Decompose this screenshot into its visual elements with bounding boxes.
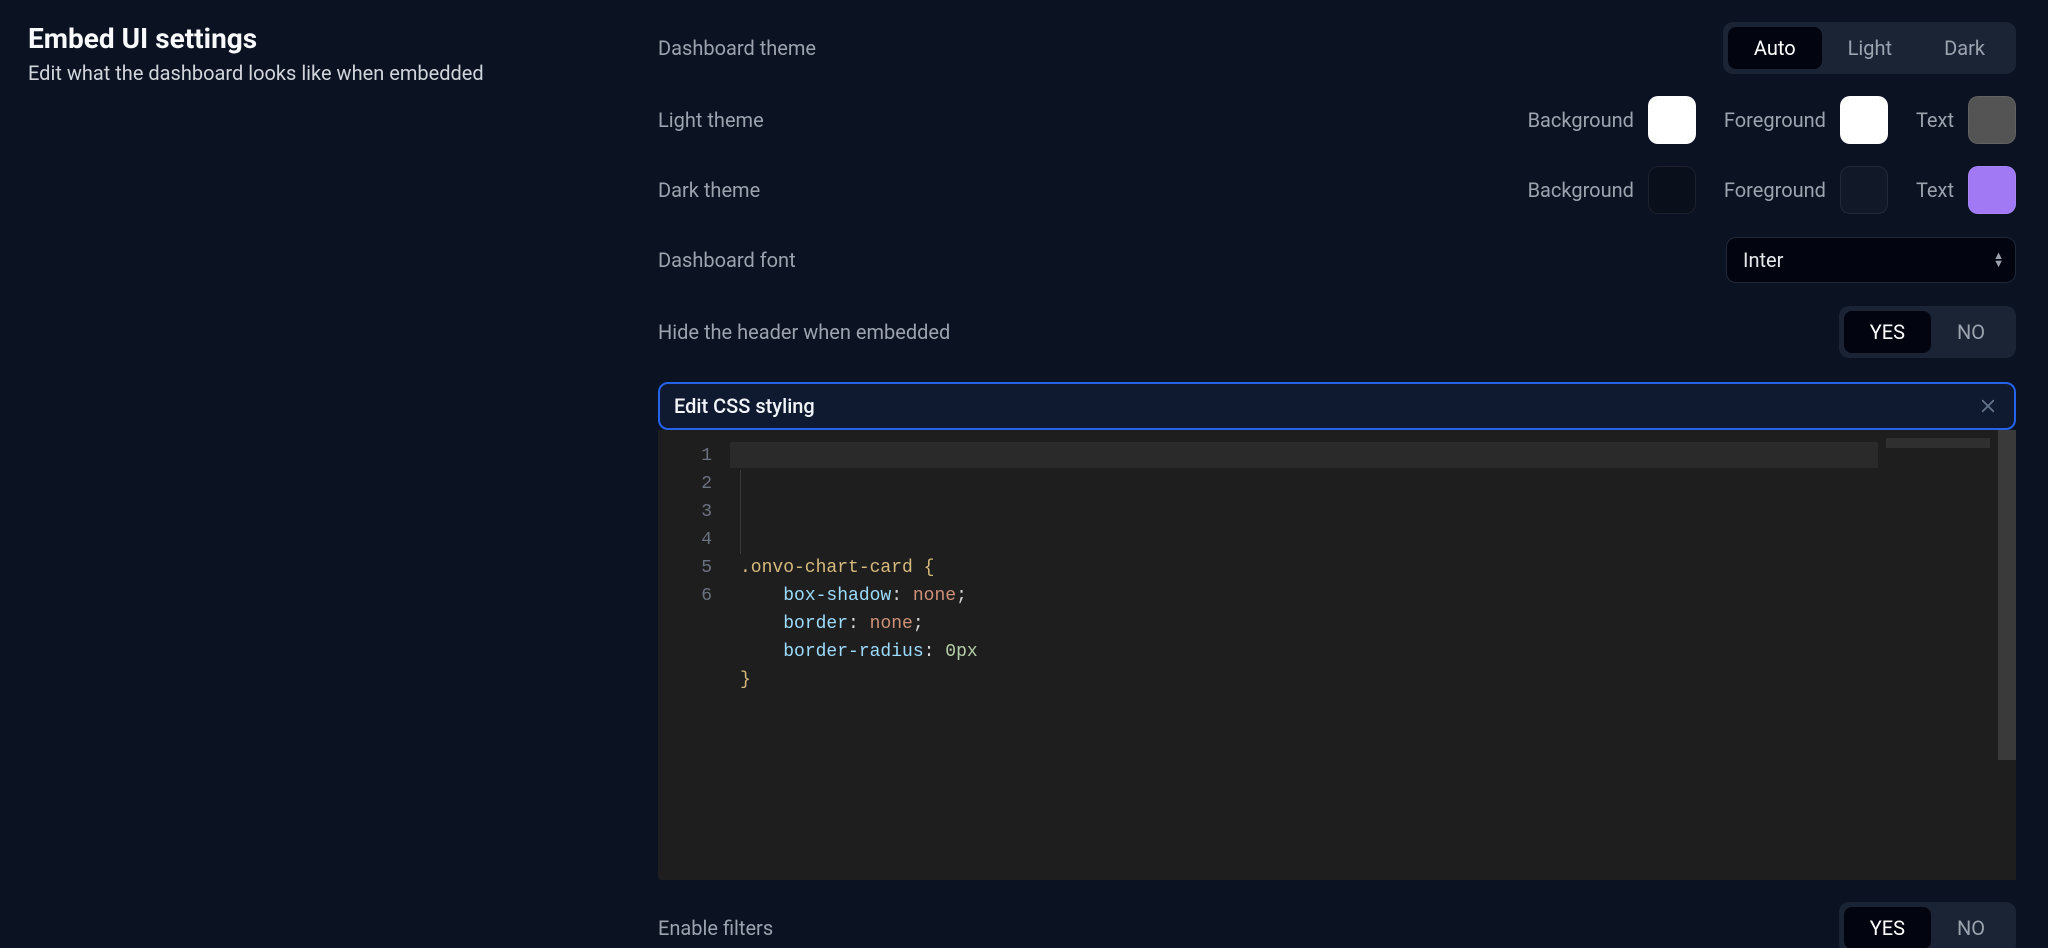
segmented-hide-header: YES NO bbox=[1839, 306, 2016, 358]
swatch-dark-foreground[interactable] bbox=[1840, 166, 1888, 214]
select-dashboard-font[interactable]: Inter bbox=[1726, 237, 2016, 283]
label-light-text: Text bbox=[1916, 108, 1954, 132]
code-scrollbar[interactable] bbox=[1998, 430, 2016, 880]
label-light-background: Background bbox=[1528, 108, 1634, 132]
row-dashboard-font: Dashboard font Inter ▲▼ bbox=[658, 236, 2016, 284]
hide-header-no[interactable]: NO bbox=[1931, 311, 2011, 353]
label-hide-header: Hide the header when embedded bbox=[658, 320, 950, 344]
label-light-theme: Light theme bbox=[658, 108, 764, 132]
label-enable-filters: Enable filters bbox=[658, 916, 773, 940]
enable-filters-no[interactable]: NO bbox=[1931, 907, 2011, 948]
hide-header-yes[interactable]: YES bbox=[1844, 311, 1931, 353]
css-editor-body[interactable]: 1 2 3 4 5 6 .onvo-chart-card { box-shado… bbox=[658, 430, 2016, 880]
enable-filters-yes[interactable]: YES bbox=[1844, 907, 1931, 948]
theme-option-auto[interactable]: Auto bbox=[1728, 27, 1822, 69]
label-dashboard-theme: Dashboard theme bbox=[658, 36, 816, 60]
page-title: Embed UI settings bbox=[28, 22, 618, 55]
code-area[interactable]: .onvo-chart-card { box-shadow: none; bor… bbox=[730, 430, 1878, 880]
theme-option-dark[interactable]: Dark bbox=[1918, 27, 2011, 69]
label-dark-theme: Dark theme bbox=[658, 178, 760, 202]
label-dark-background: Background bbox=[1528, 178, 1634, 202]
swatch-dark-background[interactable] bbox=[1648, 166, 1696, 214]
row-dark-theme: Dark theme Background Foreground Text bbox=[658, 166, 2016, 214]
close-icon[interactable] bbox=[1976, 394, 2000, 418]
swatch-light-text[interactable] bbox=[1968, 96, 2016, 144]
swatch-light-foreground[interactable] bbox=[1840, 96, 1888, 144]
label-dashboard-font: Dashboard font bbox=[658, 248, 796, 272]
label-dark-text: Text bbox=[1916, 178, 1954, 202]
code-minimap[interactable] bbox=[1878, 430, 1998, 880]
css-editor-header[interactable]: Edit CSS styling bbox=[658, 382, 2016, 430]
code-gutter: 1 2 3 4 5 6 bbox=[658, 430, 730, 880]
theme-option-light[interactable]: Light bbox=[1822, 27, 1918, 69]
label-dark-foreground: Foreground bbox=[1724, 178, 1826, 202]
segmented-enable-filters: YES NO bbox=[1839, 902, 2016, 948]
row-light-theme: Light theme Background Foreground Text bbox=[658, 96, 2016, 144]
row-hide-header: Hide the header when embedded YES NO bbox=[658, 306, 2016, 358]
row-dashboard-theme: Dashboard theme Auto Light Dark bbox=[658, 22, 2016, 74]
css-editor-title: Edit CSS styling bbox=[674, 394, 815, 418]
css-editor-panel: Edit CSS styling 1 2 3 4 5 6 .onvo-cha bbox=[658, 382, 2016, 880]
swatch-dark-text[interactable] bbox=[1968, 166, 2016, 214]
row-enable-filters: Enable filters YES NO bbox=[658, 902, 2016, 948]
segmented-dashboard-theme: Auto Light Dark bbox=[1723, 22, 2016, 74]
page-subtitle: Edit what the dashboard looks like when … bbox=[28, 61, 618, 85]
swatch-light-background[interactable] bbox=[1648, 96, 1696, 144]
label-light-foreground: Foreground bbox=[1724, 108, 1826, 132]
